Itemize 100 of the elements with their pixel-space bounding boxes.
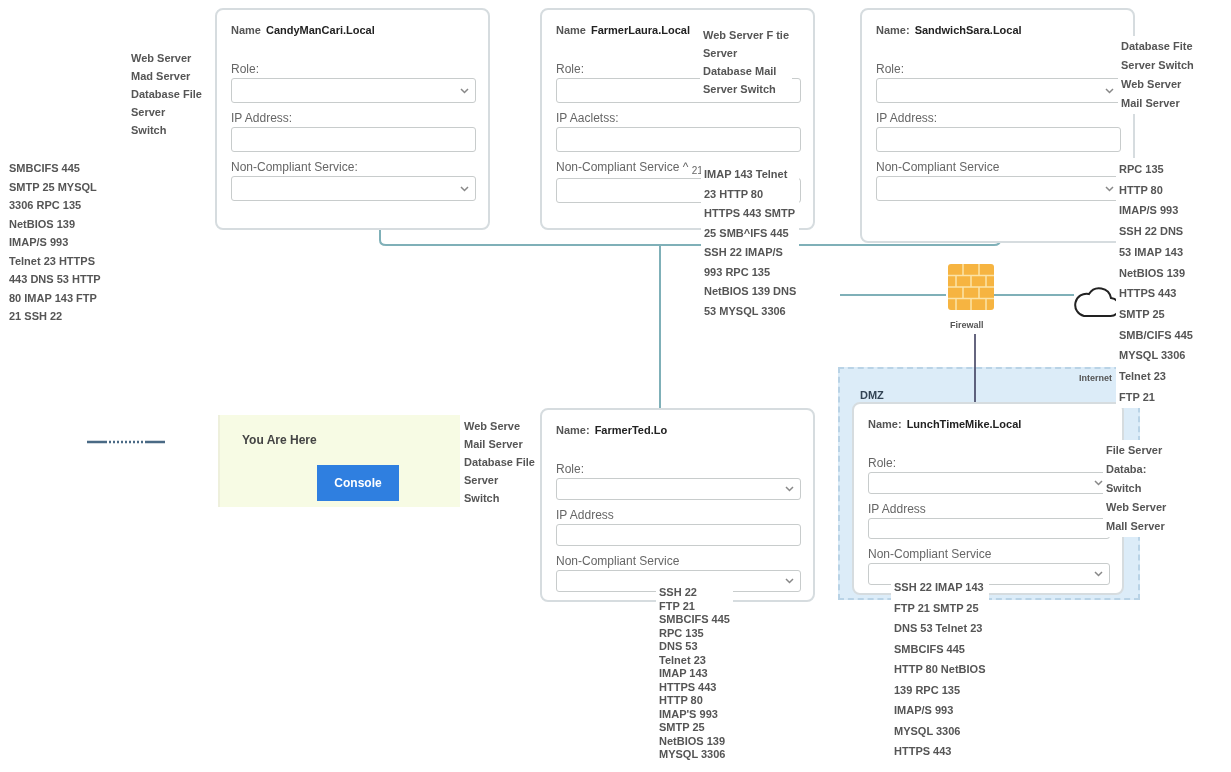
field-label: IP Address: [231,111,293,125]
role-option[interactable]: Web Server [131,49,202,67]
service-option[interactable]: FTP 21 [1119,386,1193,408]
role-option[interactable]: Web Server F tie [703,26,789,44]
service-option[interactable]: 25 SMB^IFS 445 [704,223,797,243]
role-option[interactable]: Mail Server [464,435,535,453]
role-option[interactable]: Switch [131,121,202,139]
service-option[interactable]: HTTPS 443 [1119,283,1193,304]
service-option[interactable]: IMAP/S 993 [1119,200,1193,222]
role-option[interactable]: Web Serve [464,417,535,435]
service-option[interactable]: FTP 21 [659,599,730,613]
service-option[interactable]: RPC 135 [1119,159,1193,180]
service-option[interactable]: NetBIOS 139 [659,734,730,748]
service-option[interactable]: SMBCIFS 445 [9,159,101,178]
role-option[interactable]: Server [464,471,535,489]
service-option[interactable]: HTTPS 443 [659,680,730,694]
role-option[interactable]: Web Server [1121,75,1194,94]
name-label: Name: [556,424,590,436]
panel-title: You Are Here [242,433,318,447]
role-option[interactable]: Mall Server [1106,517,1167,536]
field-label: Non-Compliant Service: [231,160,358,174]
field-label: Role: [556,62,584,76]
service-option[interactable]: FTP 21 SMTP 25 [894,597,986,618]
name-label: Name: [868,418,902,430]
name-label: Name [556,24,586,36]
service-option[interactable]: HTTP 80 NetBIOS [894,659,986,680]
role-option[interactable]: Server Switch [1121,56,1194,75]
service-option[interactable]: MYSQL 3306 [1119,345,1193,367]
service-option[interactable]: SMBCIFS 445 [659,613,730,627]
host-name: FarmerLaura.Local [590,24,690,36]
role-option[interactable]: Database Mail [703,62,789,80]
service-option[interactable]: Telnet 23 [659,653,730,667]
service-option[interactable]: DNS 53 Telnet 23 [894,618,986,639]
role-option[interactable]: Web Server [1106,498,1167,517]
role-option[interactable]: Databa: [1106,460,1167,479]
service-option[interactable]: SMB/CIFS 445 [1119,324,1193,346]
role-option[interactable]: Database File [131,85,202,103]
service-option[interactable]: HTTPS 443 SMTP [704,204,797,224]
role-option[interactable]: File Server [1106,441,1167,460]
service-option[interactable]: IMAP'S 993 [659,707,730,721]
service-option[interactable]: 53 MYSQL 3306 [704,301,797,321]
service-option[interactable]: IMAP/S 993 [894,700,986,721]
role-option[interactable]: Database File [464,453,535,471]
host-name: SandwichSara.Local [914,24,1022,36]
service-option[interactable]: SMBCIFS 445 [894,638,986,659]
service-option[interactable]: 53 IMAP 143 [1119,241,1193,263]
service-option[interactable]: 21 SSH 22 [9,307,101,326]
service-option[interactable]: Telnet 23 [1119,366,1193,387]
role-option[interactable]: Database Fite [1121,37,1194,56]
console-button[interactable]: Console [317,465,399,501]
service-option[interactable]: Telnet 23 HTTPS [9,251,101,270]
field-label: IP Address: [876,111,938,125]
name-label: Name: [876,24,910,36]
service-option[interactable]: SSH 22 DNS [1119,221,1193,242]
role-option[interactable]: Server [703,44,789,62]
role-option[interactable]: Switch [1106,479,1167,498]
service-option[interactable]: SSH 22 [659,586,730,600]
name-label: Name [231,24,261,36]
service-option[interactable]: 443 DNS 53 HTTP [9,270,101,289]
internet-label: Internet [1079,373,1112,383]
host-name: LunchTimeMike.Local [906,418,1022,430]
role-option[interactable]: Switch [464,489,535,507]
service-option[interactable]: SMTP 25 [1119,303,1193,325]
service-option[interactable]: 3306 RPC 135 [9,196,101,215]
field-label: Non-Compliant Service [556,554,680,568]
field-label: Role: [556,462,584,476]
service-option[interactable]: IMAP/S 993 [9,233,101,252]
role-option[interactable]: Mad Server [131,67,202,85]
service-option[interactable]: SMTP 25 [659,721,730,735]
service-option[interactable]: MYSQL 3306 [659,748,730,762]
service-option[interactable]: HTTPS 443 [894,741,986,762]
role-option[interactable]: Mail Server [1121,94,1194,113]
service-option[interactable]: HTTP 80 [1119,179,1193,201]
field-label: Role: [868,456,896,470]
host-name: FarmerTed.Lo [594,424,668,436]
field-label: Non-Compliant Service ^ $_{21}$ [556,160,703,177]
field-label: Role: [876,62,904,76]
host-name: CandyManCari.Local [265,24,375,36]
service-option[interactable]: MYSQL 3306 [894,720,986,741]
service-option[interactable]: NetBIOS 139 [1119,262,1193,284]
service-option[interactable]: DNS 53 [659,640,730,654]
service-option[interactable]: 139 RPC 135 [894,679,986,700]
service-option[interactable]: IMAP 143 [659,667,730,681]
role-option[interactable]: Server Switch [703,80,789,98]
service-option[interactable]: SMTP 25 MYSQL [9,177,101,196]
service-option[interactable]: 23 HTTP 80 [704,184,797,204]
service-option[interactable]: 80 IMAP 143 FTP [9,288,101,307]
field-label: IP Address [556,508,614,522]
firewall-label: Firewall [950,320,984,330]
service-option[interactable]: NetBIOS 139 [9,214,101,233]
service-option[interactable]: NetBIOS 139 DNS [704,282,797,302]
service-option[interactable]: IMAP 143 Telnet [704,165,797,185]
service-option[interactable]: HTTP 80 [659,694,730,708]
service-option[interactable]: SSH 22 IMAP/S [704,243,797,263]
role-option[interactable]: Server [131,103,202,121]
service-option[interactable]: 993 RPC 135 [704,262,797,282]
field-label: IP Address [868,501,926,516]
service-option[interactable]: RPC 135 [659,626,730,640]
field-label: IP Aacletss: [556,111,619,125]
service-option[interactable]: SSH 22 IMAP 143 [894,577,986,598]
